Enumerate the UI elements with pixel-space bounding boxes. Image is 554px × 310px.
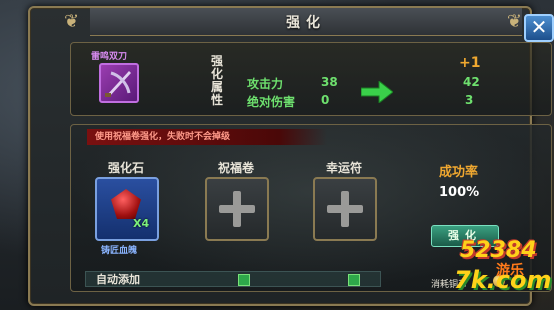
stat-new-value: 42: [463, 75, 480, 89]
stat-name: 攻击力: [247, 77, 284, 91]
stone-slot[interactable]: X4: [95, 177, 159, 241]
success-rate-label: 成功率: [439, 165, 479, 180]
item-stats-panel: 雷鸣双刀 强化属性 攻击力 38 42 绝对伤害 0 3 +1: [70, 42, 552, 116]
close-button[interactable]: ✕: [524, 14, 554, 42]
success-rate-value: 100%: [439, 185, 480, 200]
title-bar: 强化: [90, 8, 522, 36]
warning-banner: 使用祝福卷强化，失败时不会掉级: [87, 129, 327, 145]
auto-add-blessing-checkbox[interactable]: [238, 274, 250, 286]
level-up-indicator: +1: [459, 55, 481, 71]
arrow-right-icon: [361, 81, 393, 103]
attributes-header: 强化属性: [210, 54, 223, 107]
stat-name: 绝对伤害: [247, 95, 296, 109]
title-ornament-right-icon: ❦: [506, 11, 522, 32]
watermark-line2: 7k.com: [454, 266, 552, 294]
twin-blade-icon: [105, 71, 131, 97]
slot-label: 幸运符: [325, 161, 362, 175]
stat-old-value: 38: [321, 75, 338, 89]
auto-add-lucky-checkbox[interactable]: [348, 274, 360, 286]
item-name: 雷鸣双刀: [91, 52, 128, 62]
window-title: 强化: [286, 14, 326, 31]
slot-label: 祝福卷: [217, 161, 254, 175]
red-gem-icon: [111, 189, 141, 219]
stone-count: X4: [133, 217, 150, 230]
plus-icon: [327, 191, 363, 227]
item-slot[interactable]: [99, 63, 139, 103]
lucky-charm-slot[interactable]: [313, 177, 377, 241]
stone-item-name: 铸匠血魄: [101, 246, 138, 256]
stat-old-value: 0: [321, 93, 330, 107]
auto-add-bar: 自动添加: [85, 271, 381, 287]
slot-label: 强化石: [107, 161, 144, 175]
site-watermark: 52384 游乐 7k.com: [452, 238, 552, 308]
stat-new-value: 3: [465, 93, 474, 107]
plus-icon: [219, 191, 255, 227]
blessing-scroll-slot[interactable]: [205, 177, 269, 241]
auto-add-label: 自动添加: [96, 273, 140, 286]
